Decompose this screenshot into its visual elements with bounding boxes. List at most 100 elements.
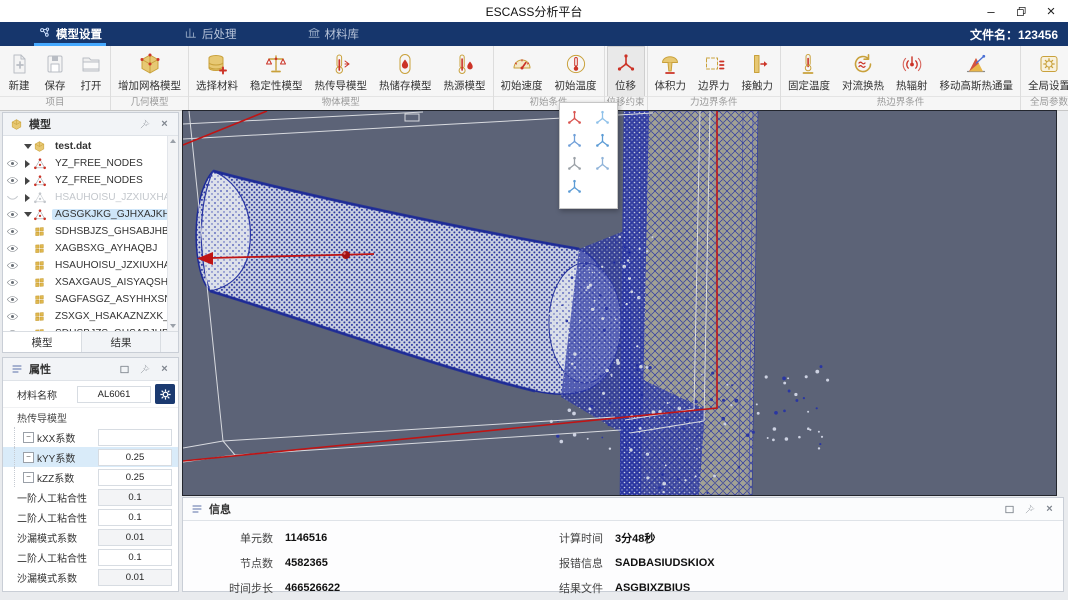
displacement-option-7[interactable]	[563, 177, 585, 197]
add-mesh-model-button[interactable]: 增加网格模型	[112, 47, 187, 96]
displacement-option-5[interactable]	[563, 154, 585, 174]
tree-row[interactable]: XSAXGAUS_AISYAQSH_ASHX	[3, 274, 168, 291]
eye-icon[interactable]	[3, 293, 22, 306]
toolbar-button-label: 打开	[81, 78, 102, 93]
property-value-input[interactable]: 0.01	[98, 529, 172, 546]
close-icon[interactable]: ×	[1042, 502, 1057, 517]
close-button[interactable]: ×	[1044, 4, 1058, 18]
new-file-button[interactable]: 新建	[1, 47, 37, 96]
displacement-option-1[interactable]	[563, 108, 585, 128]
caret-down-icon[interactable]	[22, 144, 33, 149]
tree-row[interactable]: test.dat	[3, 138, 168, 155]
eye-icon[interactable]	[3, 208, 22, 221]
open-folder-button[interactable]: 打开	[73, 47, 109, 96]
minimize-button[interactable]: –	[984, 4, 998, 18]
body-force-button[interactable]: 体积力	[649, 47, 693, 96]
convection-button[interactable]: 对流换热	[836, 47, 890, 96]
restore-button[interactable]	[1014, 4, 1028, 18]
initial-temperature-button[interactable]: 初始温度	[549, 47, 603, 96]
property-value-input[interactable]: 0.1	[98, 549, 172, 566]
property-label: kZZ系数	[37, 470, 74, 485]
heat-conduction-model-button[interactable]: 热传导模型	[309, 47, 374, 96]
radiation-button[interactable]: 热辐射	[890, 47, 934, 96]
eye-icon[interactable]	[3, 242, 22, 255]
displacement-triad-button[interactable]: 位移	[608, 47, 644, 96]
main-tab-bar: 模型设置后处理材料库文件名：123456	[0, 22, 1068, 46]
contact-force-button[interactable]: 接触力	[736, 47, 780, 96]
maximize-icon[interactable]	[117, 362, 132, 377]
displacement-option-4[interactable]	[592, 131, 614, 151]
tab-model-setup[interactable]: 模型设置	[32, 22, 108, 46]
close-icon[interactable]: ×	[157, 362, 172, 377]
tree-row[interactable]: HSAUHOISU_JZXIUXHAHX	[3, 257, 168, 274]
property-row[interactable]: 二阶人工粘合性0.1	[3, 547, 178, 567]
property-value-input[interactable]: 0.1	[98, 489, 172, 506]
toolbar-group: 选择材料稳定性模型热传导模型热储存模型热源模型物体模型	[189, 46, 494, 110]
displacement-option-6[interactable]	[592, 154, 614, 174]
global-settings-button[interactable]: 全局设置	[1022, 47, 1068, 96]
tab-post-process[interactable]: 后处理	[178, 22, 243, 46]
property-row[interactable]: −kZZ系数 0.25	[3, 467, 178, 487]
eye-off-icon[interactable]	[3, 191, 22, 204]
collapse-box-icon[interactable]: −	[23, 452, 34, 463]
viewport-3d[interactable]	[182, 110, 1057, 496]
tree-row[interactable]: XAGBSXG_AYHAQBJ	[3, 240, 168, 257]
property-value-input[interactable]: 0.25	[98, 449, 172, 466]
save-button[interactable]: 保存	[37, 47, 73, 96]
maximize-icon[interactable]	[1002, 502, 1017, 517]
tree-scrollbar[interactable]	[167, 136, 178, 331]
property-value-input[interactable]	[98, 429, 172, 446]
displacement-option-3[interactable]	[563, 131, 585, 151]
tree-tab-model[interactable]: 模型	[3, 332, 82, 352]
eye-icon[interactable]	[3, 157, 22, 170]
tree-row[interactable]: YZ_FREE_NODES	[3, 172, 168, 189]
heat-storage-model-button[interactable]: 热储存模型	[373, 47, 438, 96]
property-row[interactable]: 二阶人工粘合性 0.1	[3, 507, 178, 527]
collapse-box-icon[interactable]: −	[23, 472, 34, 483]
tab-material-library[interactable]: 材料库	[301, 22, 366, 46]
tree-row[interactable]: HSAUHOISU_JZXIUXHAHX	[3, 189, 168, 206]
material-name-row: 材料名称	[3, 381, 178, 408]
eye-icon[interactable]	[3, 225, 22, 238]
property-row[interactable]: 一阶人工粘合性0.1	[3, 487, 178, 507]
tree-tab-result[interactable]: 结果	[82, 332, 161, 352]
tree-row[interactable]: AGSGKJKG_GJHXAJKHXA	[3, 206, 168, 223]
fixed-temperature-button[interactable]: 固定温度	[782, 47, 836, 96]
initial-velocity-button[interactable]: 初始速度	[495, 47, 549, 96]
close-icon[interactable]: ×	[157, 117, 172, 132]
stability-model-button[interactable]: 稳定性模型	[244, 47, 309, 96]
tree-row[interactable]: ZSXGX_HSAKAZNZXK_AHASX	[3, 308, 168, 325]
gauss-heat-flux-button[interactable]: 移动高斯热通量	[934, 47, 1020, 96]
tree-row[interactable]: YZ_FREE_NODES	[3, 155, 168, 172]
pin-icon[interactable]	[1022, 502, 1037, 517]
pin-icon[interactable]	[137, 117, 152, 132]
property-value-input[interactable]: 0.1	[98, 509, 172, 526]
material-settings-button[interactable]	[155, 384, 175, 404]
property-row[interactable]: −kXX系数	[3, 427, 178, 447]
tree-node-label: HSAUHOISU_JZXIUXHAHX	[52, 260, 168, 271]
eye-icon[interactable]	[3, 310, 22, 323]
material-name-input[interactable]	[77, 386, 151, 403]
property-value-input[interactable]: 0.25	[98, 469, 172, 486]
caret-right-icon[interactable]	[22, 177, 33, 185]
collapse-box-icon[interactable]: −	[23, 432, 34, 443]
eye-icon[interactable]	[3, 174, 22, 187]
caret-down-icon[interactable]	[22, 212, 33, 217]
boundary-force-button[interactable]: 边界力	[692, 47, 736, 96]
pin-icon[interactable]	[137, 362, 152, 377]
eye-icon[interactable]	[3, 259, 22, 272]
caret-right-icon[interactable]	[22, 160, 33, 168]
tree-row[interactable]: SDHSBJZS_GHSABJHB_ZAHU	[3, 223, 168, 240]
property-row[interactable]: 沙漏模式系数0.01	[3, 567, 178, 587]
displacement-option-2[interactable]	[592, 108, 614, 128]
property-label: 二阶人工粘合性	[17, 510, 87, 525]
tree-node-label: test.dat	[52, 141, 94, 152]
property-value-input[interactable]: 0.01	[98, 569, 172, 586]
property-row[interactable]: 沙漏模式系数0.01	[3, 527, 178, 547]
heat-source-model-button[interactable]: 热源模型	[438, 47, 492, 96]
select-material-button[interactable]: 选择材料	[190, 47, 244, 96]
property-row[interactable]: −kYY系数0.25	[3, 447, 178, 467]
caret-right-icon[interactable]	[22, 194, 33, 202]
tree-row[interactable]: SAGFASGZ_ASYHHXSN	[3, 291, 168, 308]
eye-icon[interactable]	[3, 276, 22, 289]
